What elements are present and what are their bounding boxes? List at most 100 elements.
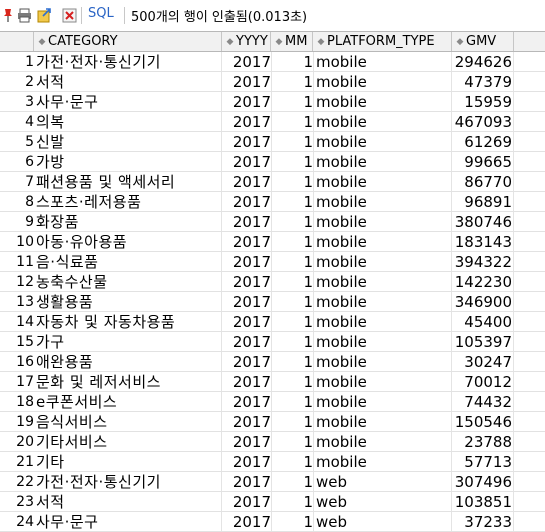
cell-category[interactable]: e쿠폰서비스	[36, 392, 222, 412]
table-row[interactable]: 13 생활용품 2017 1 mobile 346900	[0, 292, 545, 312]
cell-yyyy[interactable]: 2017	[222, 252, 271, 272]
cell-category[interactable]: 화장품	[36, 212, 222, 232]
cell-gmv[interactable]: 86770	[452, 172, 512, 192]
cell-mm[interactable]: 1	[271, 132, 313, 152]
export-icon[interactable]	[37, 8, 52, 23]
cell-gmv[interactable]: 23788	[452, 432, 512, 452]
cell-yyyy[interactable]: 2017	[222, 392, 271, 412]
cell-gmv[interactable]: 294626	[452, 52, 512, 72]
cell-mm[interactable]: 1	[271, 92, 313, 112]
cell-yyyy[interactable]: 2017	[222, 352, 271, 372]
cell-mm[interactable]: 1	[271, 212, 313, 232]
cell-yyyy[interactable]: 2017	[222, 92, 271, 112]
column-header-platform-type[interactable]: ◆ PLATFORM_TYPE	[313, 32, 452, 51]
table-row[interactable]: 20 기타서비스 2017 1 mobile 23788	[0, 432, 545, 452]
row-number[interactable]: 10	[0, 232, 34, 252]
cell-yyyy[interactable]: 2017	[222, 112, 271, 132]
cell-platform-type[interactable]: mobile	[314, 212, 452, 232]
cell-mm[interactable]: 1	[271, 492, 313, 512]
cell-gmv[interactable]: 307496	[452, 472, 512, 492]
cell-yyyy[interactable]: 2017	[222, 212, 271, 232]
cell-gmv[interactable]: 45400	[452, 312, 512, 332]
cell-mm[interactable]: 1	[271, 72, 313, 92]
row-number[interactable]: 6	[0, 152, 34, 172]
cell-platform-type[interactable]: mobile	[314, 132, 452, 152]
table-row[interactable]: 16 애완용품 2017 1 mobile 30247	[0, 352, 545, 372]
cell-mm[interactable]: 1	[271, 452, 313, 472]
row-number[interactable]: 22	[0, 472, 34, 492]
table-row[interactable]: 2 서적 2017 1 mobile 47379	[0, 72, 545, 92]
cell-mm[interactable]: 1	[271, 392, 313, 412]
cell-category[interactable]: 가전·전자·통신기기	[36, 472, 222, 492]
table-row[interactable]: 12 농축수산물 2017 1 mobile 142230	[0, 272, 545, 292]
table-row[interactable]: 7 패션용품 및 액세서리 2017 1 mobile 86770	[0, 172, 545, 192]
cell-platform-type[interactable]: mobile	[314, 192, 452, 212]
row-number[interactable]: 14	[0, 312, 34, 332]
cell-mm[interactable]: 1	[271, 512, 313, 532]
row-number[interactable]: 8	[0, 192, 34, 212]
cell-mm[interactable]: 1	[271, 192, 313, 212]
table-row[interactable]: 4 의복 2017 1 mobile 467093	[0, 112, 545, 132]
cell-category[interactable]: 애완용품	[36, 352, 222, 372]
cell-gmv[interactable]: 47379	[452, 72, 512, 92]
table-row[interactable]: 22 가전·전자·통신기기 2017 1 web 307496	[0, 472, 545, 492]
row-number[interactable]: 19	[0, 412, 34, 432]
table-row[interactable]: 21 기타 2017 1 mobile 57713	[0, 452, 545, 472]
row-number[interactable]: 17	[0, 372, 34, 392]
cell-platform-type[interactable]: mobile	[314, 432, 452, 452]
cell-yyyy[interactable]: 2017	[222, 492, 271, 512]
row-number[interactable]: 21	[0, 452, 34, 472]
column-header-category[interactable]: ◆ CATEGORY	[34, 32, 222, 51]
cell-gmv[interactable]: 57713	[452, 452, 512, 472]
cell-platform-type[interactable]: mobile	[314, 292, 452, 312]
cell-platform-type[interactable]: web	[314, 512, 452, 532]
cell-mm[interactable]: 1	[271, 152, 313, 172]
cell-gmv[interactable]: 150546	[452, 412, 512, 432]
row-number[interactable]: 7	[0, 172, 34, 192]
cell-category[interactable]: 농축수산물	[36, 272, 222, 292]
cell-yyyy[interactable]: 2017	[222, 52, 271, 72]
table-row[interactable]: 8 스포츠·레저용품 2017 1 mobile 96891	[0, 192, 545, 212]
cell-gmv[interactable]: 61269	[452, 132, 512, 152]
row-number[interactable]: 12	[0, 272, 34, 292]
cell-gmv[interactable]: 105397	[452, 332, 512, 352]
cell-category[interactable]: 기타	[36, 452, 222, 472]
cell-mm[interactable]: 1	[271, 252, 313, 272]
cell-gmv[interactable]: 142230	[452, 272, 512, 292]
row-number[interactable]: 20	[0, 432, 34, 452]
cell-yyyy[interactable]: 2017	[222, 372, 271, 392]
table-row[interactable]: 19 음식서비스 2017 1 mobile 150546	[0, 412, 545, 432]
cell-platform-type[interactable]: mobile	[314, 392, 452, 412]
cell-platform-type[interactable]: mobile	[314, 412, 452, 432]
cell-category[interactable]: 신발	[36, 132, 222, 152]
table-row[interactable]: 5 신발 2017 1 mobile 61269	[0, 132, 545, 152]
table-row[interactable]: 17 문화 및 레저서비스 2017 1 mobile 70012	[0, 372, 545, 392]
cell-yyyy[interactable]: 2017	[222, 472, 271, 492]
cell-gmv[interactable]: 96891	[452, 192, 512, 212]
table-row[interactable]: 10 아동·유아용품 2017 1 mobile 183143	[0, 232, 545, 252]
row-number[interactable]: 9	[0, 212, 34, 232]
row-number[interactable]: 16	[0, 352, 34, 372]
cell-yyyy[interactable]: 2017	[222, 452, 271, 472]
row-number[interactable]: 1	[0, 52, 34, 72]
cell-mm[interactable]: 1	[271, 332, 313, 352]
cell-gmv[interactable]: 99665	[452, 152, 512, 172]
cell-category[interactable]: 음·식료품	[36, 252, 222, 272]
cell-gmv[interactable]: 103851	[452, 492, 512, 512]
cell-gmv[interactable]: 183143	[452, 232, 512, 252]
cell-mm[interactable]: 1	[271, 312, 313, 332]
cell-yyyy[interactable]: 2017	[222, 332, 271, 352]
pin-icon[interactable]	[0, 8, 15, 23]
cell-yyyy[interactable]: 2017	[222, 412, 271, 432]
table-row[interactable]: 6 가방 2017 1 mobile 99665	[0, 152, 545, 172]
cell-platform-type[interactable]: web	[314, 472, 452, 492]
cell-mm[interactable]: 1	[271, 372, 313, 392]
table-row[interactable]: 1 가전·전자·통신기기 2017 1 mobile 294626	[0, 52, 545, 72]
cell-platform-type[interactable]: mobile	[314, 332, 452, 352]
cell-mm[interactable]: 1	[271, 232, 313, 252]
row-number[interactable]: 15	[0, 332, 34, 352]
table-row[interactable]: 15 가구 2017 1 mobile 105397	[0, 332, 545, 352]
row-number[interactable]: 5	[0, 132, 34, 152]
row-number[interactable]: 23	[0, 492, 34, 512]
row-number[interactable]: 24	[0, 512, 34, 532]
